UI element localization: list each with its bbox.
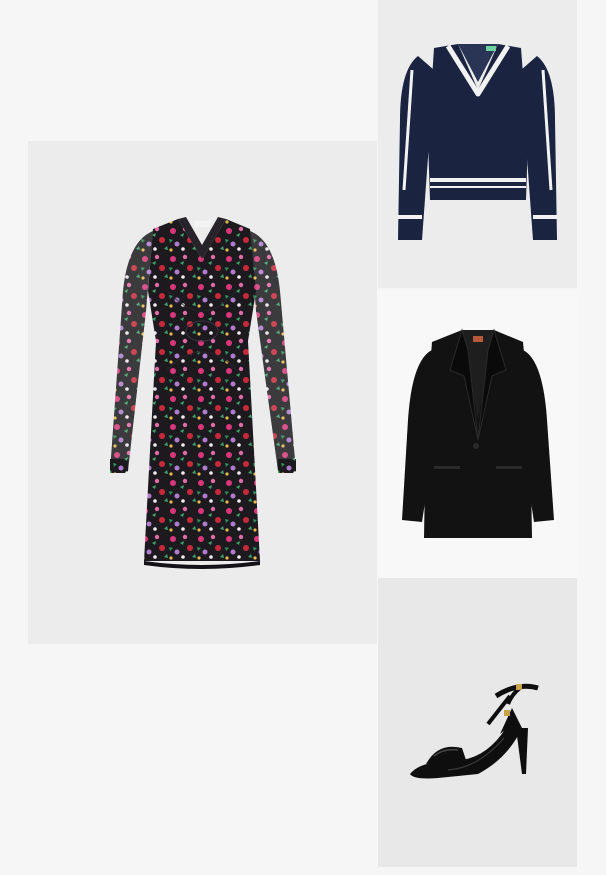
- product-tile-sweater[interactable]: navy-cricket-sweater-image: [378, 0, 577, 288]
- sandal-image: [410, 683, 539, 779]
- dress-image: [110, 217, 296, 569]
- sweater-image: [398, 44, 557, 240]
- product-tile-sandal[interactable]: black-patent-heeled-sandal-image: [378, 578, 577, 867]
- blazer-image: [402, 328, 554, 538]
- product-tile-blazer[interactable]: black-blazer-image: [378, 290, 577, 577]
- product-tile-dress[interactable]: floral-mesh-dress-image: [28, 141, 377, 644]
